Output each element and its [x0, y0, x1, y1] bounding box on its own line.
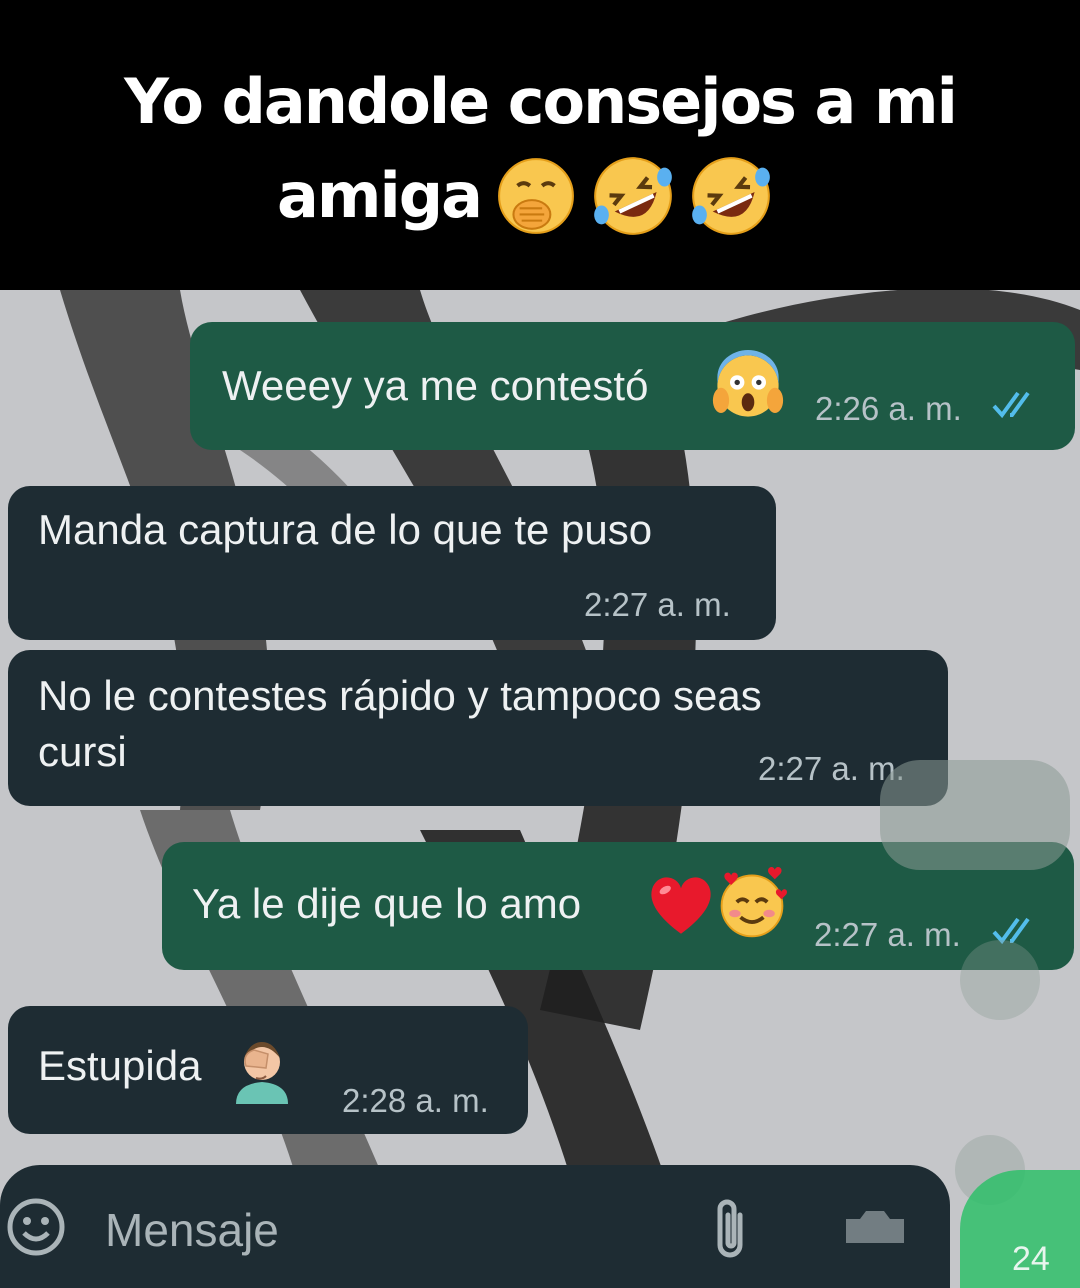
unread-badge: 24 [1012, 1240, 1050, 1278]
message-composer[interactable]: Mensaje [0, 1165, 950, 1288]
message-bubble-incoming[interactable]: No le contestes rápido y tampoco seas cu… [8, 650, 948, 806]
blurred-sticker [960, 940, 1040, 1020]
message-bubble-incoming[interactable]: Estupida 2:28 a. m. [8, 1006, 528, 1134]
message-time: 2:27 a. m. [814, 916, 961, 953]
message-text-line-2: cursi [38, 728, 127, 775]
message-bubble-outgoing[interactable]: Weeey ya me contestó 2:26 a. m. [190, 322, 1075, 450]
rolling-laughing-emoji [692, 157, 770, 235]
blurred-sticker [880, 760, 1070, 870]
paperclip-icon[interactable] [710, 1195, 750, 1265]
message-time: 2:27 a. m. [584, 586, 731, 623]
smiley-icon[interactable] [4, 1195, 68, 1259]
red-heart-emoji [651, 877, 711, 934]
smiling-hearts-emoji [720, 866, 787, 938]
meme-caption: Yo dandole consejos a mi amiga [40, 55, 1040, 243]
message-text: Ya le dije que lo amo [192, 880, 582, 927]
message-time: 2:26 a. m. [815, 390, 962, 427]
meme-caption-banner: Yo dandole consejos a mi amiga [0, 0, 1080, 290]
caption-line-2: amiga [10, 149, 1040, 243]
caption-line-1: Yo dandole consejos a mi [124, 65, 958, 138]
chat-area[interactable]: Weeey ya me contestó 2:26 a. m. Manda ca… [0, 290, 1080, 1288]
double-check-icon [992, 391, 1030, 419]
hand-over-mouth-emoji [498, 158, 574, 234]
rolling-laughing-emoji [594, 157, 672, 235]
message-text-line-1: No le contestes rápido y tampoco seas [38, 672, 762, 719]
message-text: Estupida [38, 1042, 202, 1089]
message-time: 2:28 a. m. [342, 1082, 489, 1119]
caption-line-2-text: amiga [277, 159, 483, 232]
message-bubble-incoming[interactable]: Manda captura de lo que te puso 2:27 a. … [8, 486, 776, 640]
facepalm-emoji [236, 1042, 288, 1104]
camera-icon[interactable] [840, 1205, 910, 1245]
message-input-placeholder[interactable]: Mensaje [105, 1203, 279, 1257]
message-text: Manda captura de lo que te puso [38, 506, 653, 553]
message-text: Weeey ya me contestó [222, 362, 649, 409]
screaming-face-emoji [712, 350, 784, 417]
